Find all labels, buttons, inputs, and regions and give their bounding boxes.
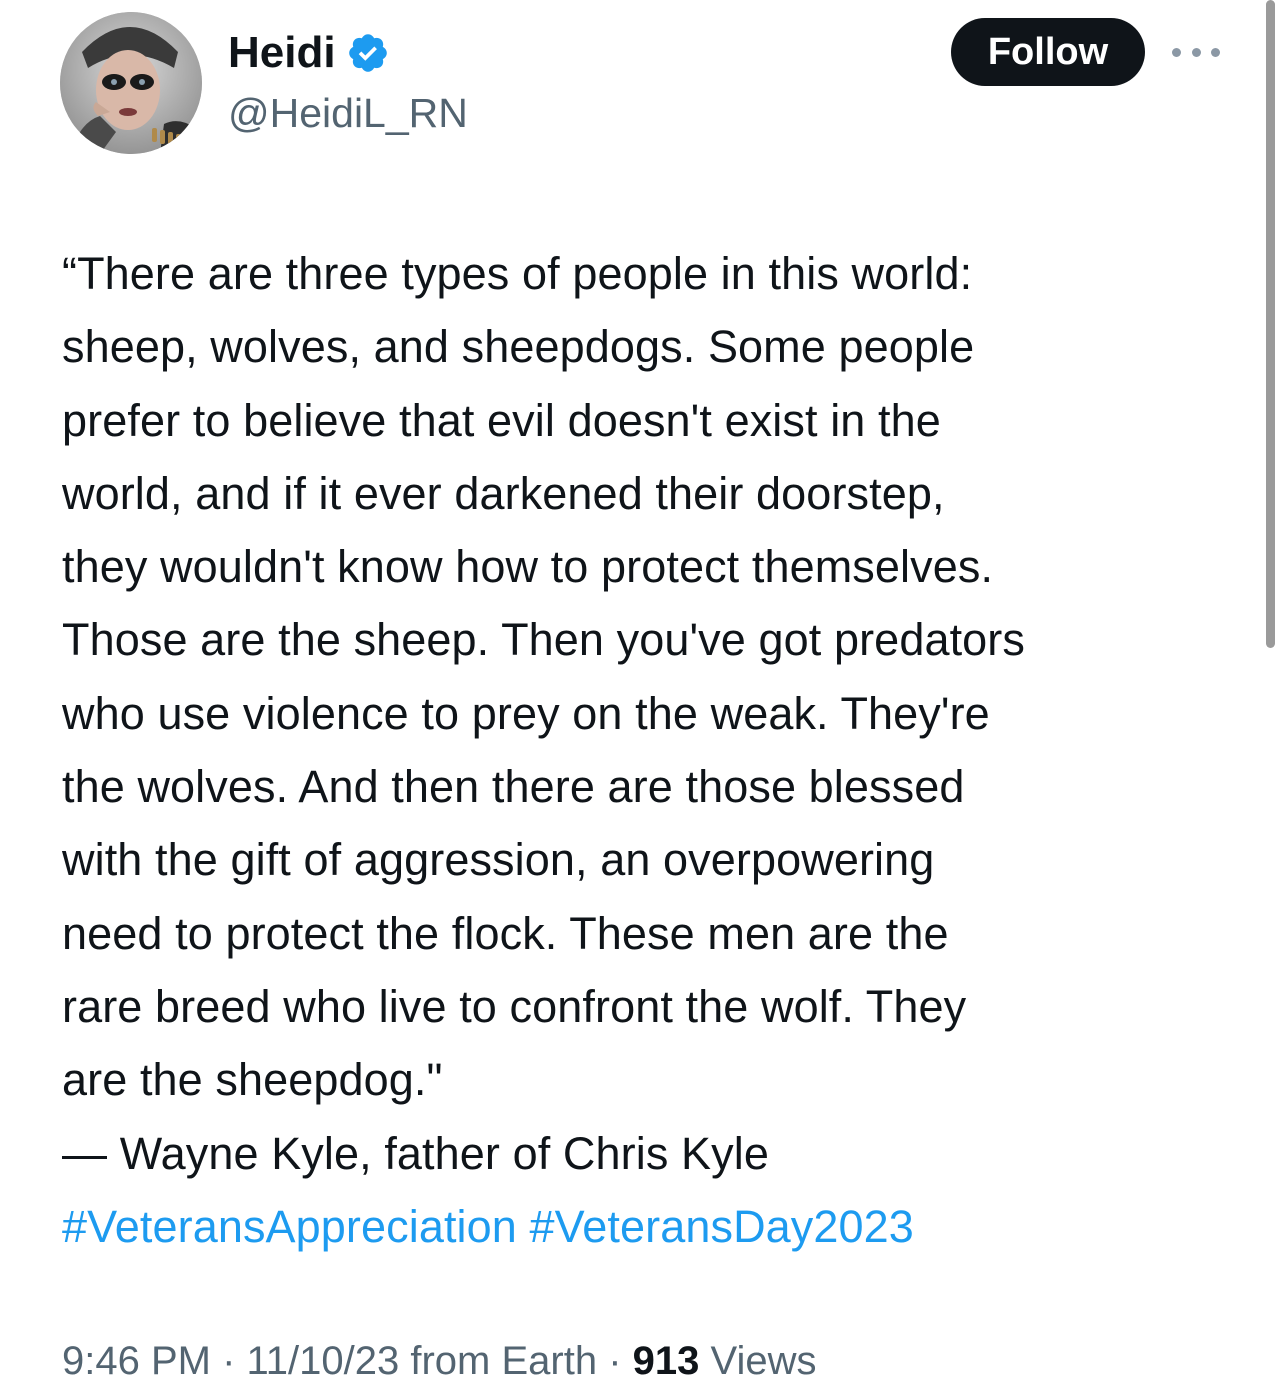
dot-icon <box>1172 47 1181 57</box>
hashtag-link[interactable]: #VeteransDay2023 <box>530 1201 914 1252</box>
tweet-line: they wouldn't know how to protect themse… <box>62 541 994 593</box>
tweet-text: “There are three types of people in this… <box>62 237 1237 1263</box>
author-handle[interactable]: @HeidiL_RN <box>228 88 468 138</box>
tweet-line: are the sheepdog." <box>62 1054 443 1106</box>
dot-icon <box>1191 47 1201 57</box>
tweet-line: rare breed who live to confront the wolf… <box>62 980 967 1032</box>
author-name-row: Heidi <box>228 28 390 78</box>
meta-separator: · <box>210 1339 247 1383</box>
tweet-line: need to protect the flock. These men are… <box>62 907 949 959</box>
tweet-line: ― Wayne Kyle, father of Chris Kyle <box>62 1127 769 1179</box>
tweet-line: world, and if it ever darkened their doo… <box>62 467 945 519</box>
hashtag-line: #VeteransAppreciation #VeteransDay2023 <box>62 1190 1237 1263</box>
tweet-meta: 9:46 PM · 11/10/23 from Earth · 913 View… <box>62 1336 816 1386</box>
tweet-line: with the gift of aggression, an overpowe… <box>62 834 935 886</box>
views-label: Views <box>699 1339 817 1383</box>
scrollbar[interactable] <box>1266 0 1275 648</box>
author-display-name[interactable]: Heidi <box>228 28 336 78</box>
tweet-line: who use violence to prey on the weak. Th… <box>62 687 990 739</box>
views-count: 913 <box>632 1339 700 1383</box>
avatar[interactable] <box>60 12 202 154</box>
more-options-icon[interactable] <box>1172 36 1220 68</box>
tweet-date[interactable]: 11/10/23 <box>247 1339 400 1383</box>
verified-badge-icon[interactable] <box>346 31 390 75</box>
tweet-line: prefer to believe that evil doesn't exis… <box>62 394 941 446</box>
follow-button[interactable]: Follow <box>951 18 1145 86</box>
meta-separator: · <box>597 1339 633 1383</box>
avatar-image <box>60 12 202 154</box>
tweet-source: from Earth <box>399 1339 598 1383</box>
tweet-line: Those are the sheep. Then you've got pre… <box>62 614 1025 666</box>
dot-icon <box>1211 47 1220 57</box>
tweet-time[interactable]: 9:46 PM <box>62 1339 211 1383</box>
tweet-line: “There are three types of people in this… <box>62 248 973 299</box>
tweet-line: the wolves. And then there are those ble… <box>62 761 965 813</box>
hashtag-link[interactable]: #VeteransAppreciation <box>62 1201 517 1252</box>
tweet-line: sheep, wolves, and sheepdogs. Some peopl… <box>62 321 975 373</box>
